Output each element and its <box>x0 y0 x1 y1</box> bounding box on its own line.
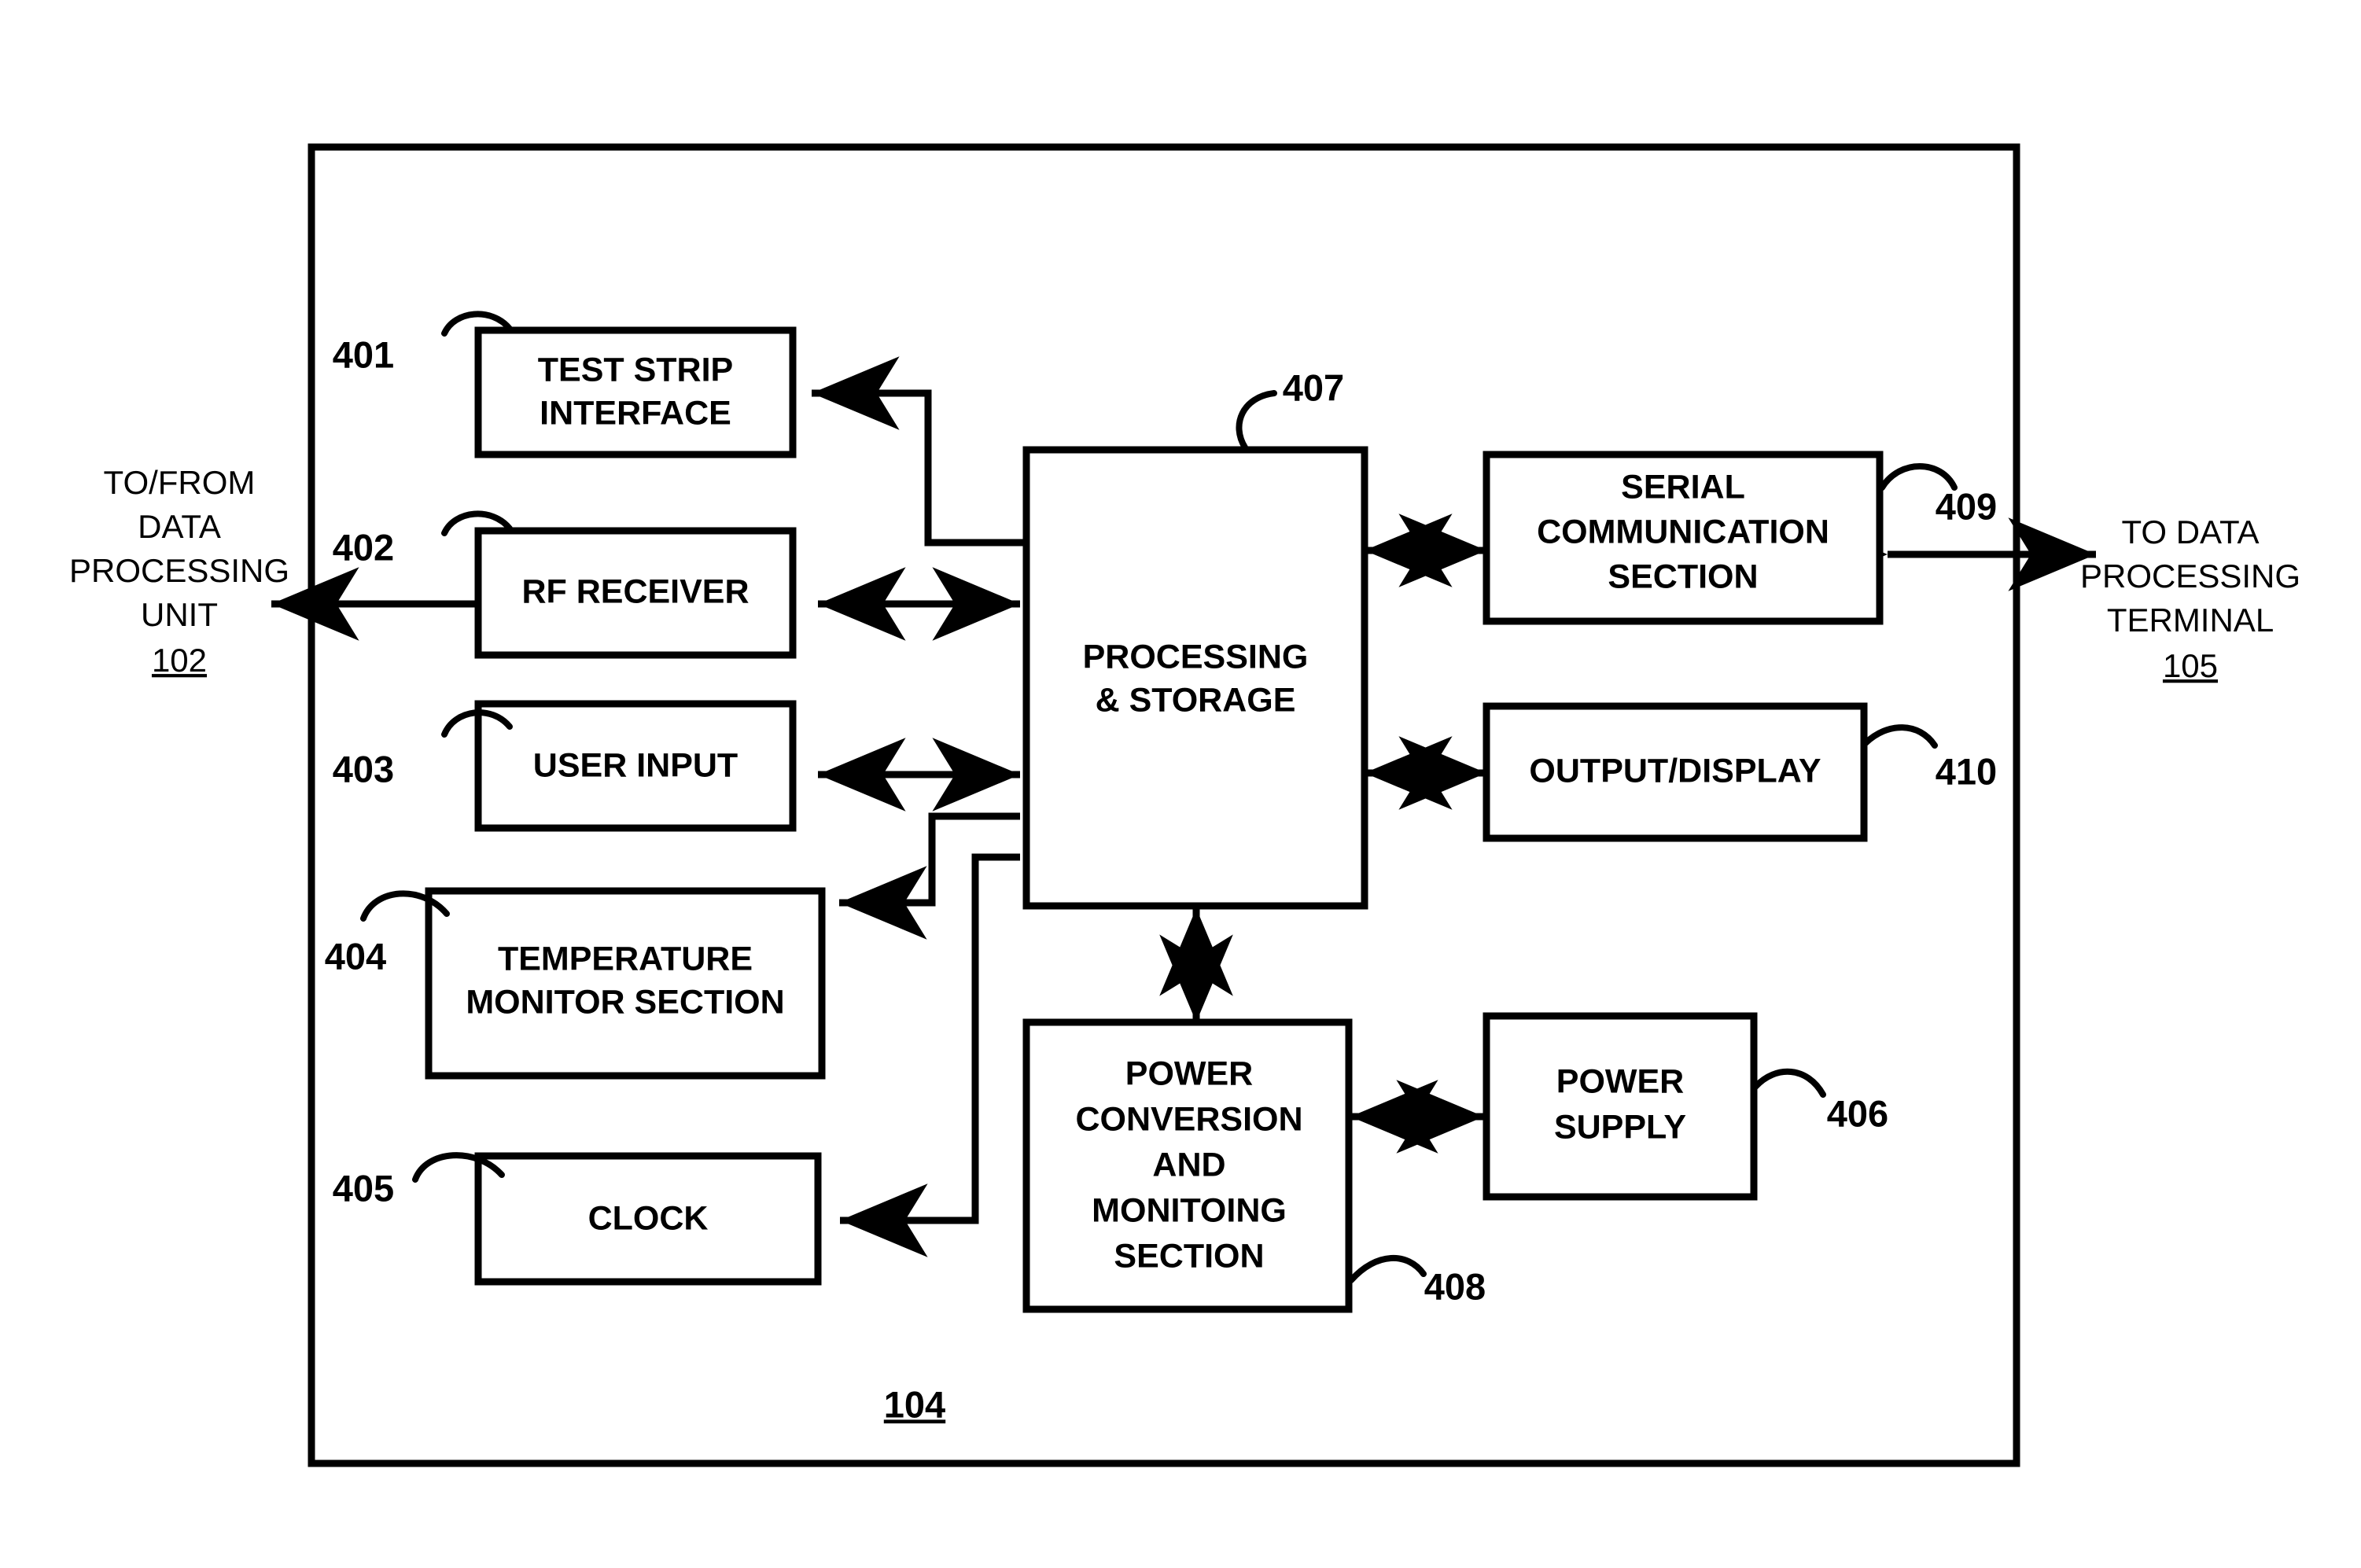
ref-number-408: 408 <box>1424 1265 1486 1307</box>
block-user-input[interactable]: USER INPUT <box>474 700 797 832</box>
block-label-power-supply-line-2: SUPPLY <box>1554 1108 1686 1146</box>
external-left-line-4: UNIT <box>141 596 218 633</box>
ref-number-409: 409 <box>1936 485 1997 527</box>
ref-number-410: 410 <box>1936 750 1997 792</box>
block-label-clock: CLOCK <box>588 1199 709 1237</box>
block-label-power-conversion-line-1: POWER <box>1125 1055 1253 1092</box>
figure-canvas: TEST STRIP INTERFACE 401 RF RECEIVER 402… <box>0 0 2361 1568</box>
block-label-rf-receiver: RF RECEIVER <box>521 572 749 610</box>
block-power-supply[interactable]: POWER SUPPLY <box>1483 1012 1758 1201</box>
external-label-data-processing-unit: TO/FROM DATA PROCESSING UNIT 102 <box>69 464 289 679</box>
block-label-power-conversion-line-3: AND <box>1152 1146 1225 1183</box>
block-label-power-supply-line-1: POWER <box>1556 1062 1684 1100</box>
block-processing-and-storage[interactable]: PROCESSING & STORAGE <box>1022 446 1368 910</box>
external-left-line-2: DATA <box>138 508 221 545</box>
block-label-power-conversion-line-2: CONVERSION <box>1075 1100 1302 1138</box>
ref-number-404: 404 <box>325 935 386 977</box>
block-rf-receiver[interactable]: RF RECEIVER <box>474 527 797 659</box>
block-label-serial-communication-line-3: SECTION <box>1608 558 1758 595</box>
block-temperature-monitor-section[interactable]: TEMPERATURE MONITOR SECTION <box>425 887 826 1080</box>
block-label-test-strip-interface-line-2: INTERFACE <box>540 394 731 432</box>
ref-number-402: 402 <box>333 526 394 568</box>
block-label-processing-and-storage-line-1: PROCESSING <box>1083 638 1309 675</box>
enclosure-ref-number-104: 104 <box>884 1383 945 1425</box>
block-diagram: TEST STRIP INTERFACE 401 RF RECEIVER 402… <box>69 143 2300 1467</box>
block-label-temperature-monitor-section-line-2: MONITOR SECTION <box>466 983 784 1021</box>
block-label-power-conversion-line-4: MONITOING <box>1092 1191 1287 1229</box>
block-clock[interactable]: CLOCK <box>474 1152 822 1286</box>
ref-number-406: 406 <box>1827 1092 1888 1134</box>
block-label-user-input: USER INPUT <box>533 746 738 784</box>
block-label-processing-and-storage-line-2: & STORAGE <box>1096 681 1296 719</box>
block-label-serial-communication-line-2: COMMUNICATION <box>1537 513 1829 550</box>
ref-number-403: 403 <box>333 748 394 790</box>
external-label-data-processing-terminal: TO DATA PROCESSING TERMINAL 105 <box>2080 513 2300 684</box>
ref-number-407: 407 <box>1283 366 1344 408</box>
block-label-power-conversion-line-5: SECTION <box>1114 1237 1264 1275</box>
external-right-line-1: TO DATA <box>2121 513 2259 550</box>
external-left-line-3: PROCESSING <box>69 552 289 589</box>
block-label-test-strip-interface-line-1: TEST STRIP <box>538 351 733 388</box>
block-power-conversion-and-monitoing-section[interactable]: POWER CONVERSION AND MONITOING SECTION <box>1022 1018 1353 1313</box>
ref-number-405: 405 <box>333 1167 394 1209</box>
block-test-strip-interface[interactable]: TEST STRIP INTERFACE <box>474 326 797 458</box>
external-right-line-3: TERMINAL <box>2107 602 2274 639</box>
block-label-serial-communication-line-1: SERIAL <box>1621 468 1745 506</box>
block-output-display[interactable]: OUTPUT/DISPLAY <box>1483 702 1868 842</box>
external-left-line-1: TO/FROM <box>104 464 256 501</box>
ref-number-401: 401 <box>333 333 394 375</box>
external-right-line-2: PROCESSING <box>2080 558 2300 594</box>
external-right-ref-105: 105 <box>2163 647 2218 684</box>
external-left-ref-102: 102 <box>152 642 207 679</box>
block-label-temperature-monitor-section-line-1: TEMPERATURE <box>498 940 753 977</box>
block-label-output-display: OUTPUT/DISPLAY <box>1529 752 1821 790</box>
block-serial-communication-section[interactable]: SERIAL COMMUNICATION SECTION <box>1483 451 1884 625</box>
